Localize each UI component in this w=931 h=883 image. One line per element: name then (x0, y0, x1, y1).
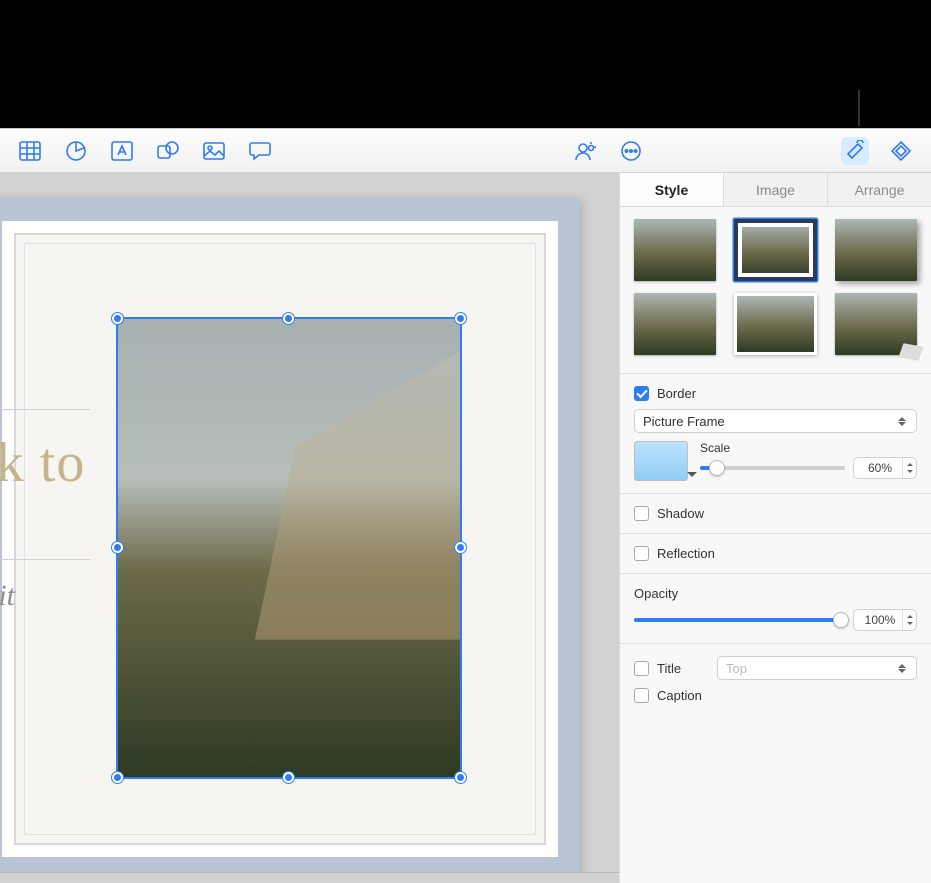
table-icon[interactable] (16, 137, 44, 165)
title-position-value: Top (726, 661, 747, 676)
caption-checkbox[interactable] (634, 688, 649, 703)
app-window: ck to edit Style Image (0, 128, 931, 883)
scale-value: 60% (854, 461, 902, 475)
resize-handle[interactable] (455, 772, 466, 783)
document-canvas[interactable]: ck to edit (0, 173, 619, 883)
caption-section: Title Top Caption (620, 643, 931, 715)
border-checkbox[interactable] (634, 386, 649, 401)
divider (0, 409, 90, 410)
reflection-checkbox[interactable] (634, 546, 649, 561)
title-position-select[interactable]: Top (717, 656, 917, 680)
chart-icon[interactable] (62, 137, 90, 165)
page: ck to edit (0, 199, 580, 879)
sidebar-tabs: Style Image Arrange (620, 173, 931, 207)
resize-handle[interactable] (112, 772, 123, 783)
scale-slider[interactable] (700, 466, 845, 470)
opacity-value: 100% (854, 613, 902, 627)
frame-swatch[interactable] (634, 441, 688, 481)
tab-image[interactable]: Image (724, 173, 828, 206)
scale-label: Scale (700, 441, 917, 455)
opacity-slider[interactable] (634, 618, 845, 622)
shadow-section: Shadow (620, 493, 931, 533)
collaborate-icon[interactable] (571, 137, 599, 165)
resize-handle[interactable] (283, 313, 294, 324)
opacity-label: Opacity (634, 586, 917, 601)
toolbar (0, 129, 931, 173)
chevron-updown-icon (896, 413, 908, 430)
style-presets (620, 207, 931, 373)
opacity-section: Opacity 100% (620, 573, 931, 643)
media-icon[interactable] (200, 137, 228, 165)
opacity-stepper[interactable]: 100% (853, 609, 917, 631)
title-label: Title (657, 661, 709, 676)
reflection-label: Reflection (657, 546, 715, 561)
stepper-up-icon[interactable] (903, 610, 916, 620)
border-type-value: Picture Frame (643, 414, 725, 429)
stepper-down-icon[interactable] (903, 620, 916, 630)
border-section: Border Picture Frame Scale (620, 373, 931, 493)
resize-handle[interactable] (112, 542, 123, 553)
scale-stepper[interactable]: 60% (853, 457, 917, 479)
style-preset-selected[interactable] (734, 219, 816, 281)
stepper-down-icon[interactable] (903, 468, 916, 478)
style-preset[interactable] (835, 219, 917, 281)
chevron-updown-icon (896, 660, 908, 677)
content-split: ck to edit Style Image (0, 173, 931, 883)
reflection-section: Reflection (620, 533, 931, 573)
document-icon[interactable] (887, 137, 915, 165)
resize-handle[interactable] (283, 772, 294, 783)
border-label: Border (657, 386, 696, 401)
selected-image[interactable] (118, 319, 460, 777)
resize-handle[interactable] (455, 542, 466, 553)
style-preset[interactable] (835, 293, 917, 355)
style-preset[interactable] (634, 219, 716, 281)
callout-band (0, 0, 931, 128)
border-type-select[interactable]: Picture Frame (634, 409, 917, 433)
format-sidebar: Style Image Arrange Border (619, 173, 931, 883)
style-preset[interactable] (634, 293, 716, 355)
document-title-text[interactable]: ck to (0, 431, 85, 495)
callout-pointer (858, 90, 860, 126)
tab-style[interactable]: Style (620, 173, 724, 206)
format-icon[interactable] (841, 137, 869, 165)
comment-icon[interactable] (246, 137, 274, 165)
caption-label: Caption (657, 688, 702, 703)
resize-handle[interactable] (455, 313, 466, 324)
shape-icon[interactable] (154, 137, 182, 165)
more-icon[interactable] (617, 137, 645, 165)
resize-handle[interactable] (112, 313, 123, 324)
stepper-up-icon[interactable] (903, 458, 916, 468)
text-icon[interactable] (108, 137, 136, 165)
shadow-checkbox[interactable] (634, 506, 649, 521)
divider (0, 559, 90, 560)
tab-arrange[interactable]: Arrange (828, 173, 931, 206)
style-preset[interactable] (734, 293, 816, 355)
shadow-label: Shadow (657, 506, 704, 521)
title-checkbox[interactable] (634, 661, 649, 676)
document-subtitle-text[interactable]: edit (0, 579, 15, 613)
